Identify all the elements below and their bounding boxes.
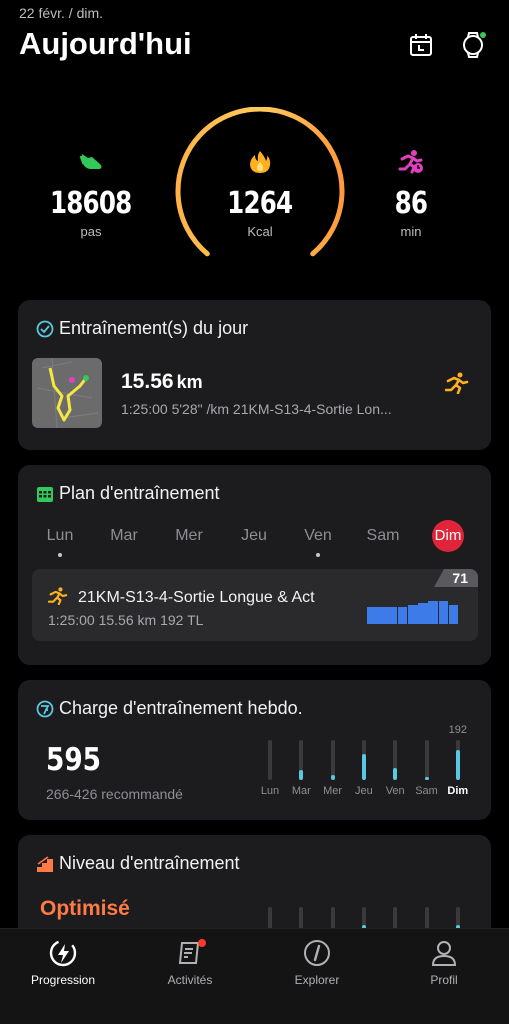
minutes-value: 86 <box>394 186 428 221</box>
training-plan-title: Plan d'entraînement <box>36 483 220 504</box>
steps-stat: 18608 pas <box>31 150 151 239</box>
weekly-load-value: 595 <box>46 742 102 778</box>
load-gauge-icon <box>36 700 54 717</box>
intensity-bar <box>407 604 418 624</box>
daily-workout-card[interactable]: Entraînement(s) du jour 15.56 km 1:25:00 … <box>18 300 491 450</box>
daily-workout-title: Entraînement(s) du jour <box>36 318 248 339</box>
weekly-load-chart: Lun Mar Mer Jeu Ven Sam Dim 192 <box>254 724 484 810</box>
plan-week-days: Lun Mar Mer Jeu Ven Sam Dim <box>36 520 478 567</box>
load-day-label: Ven <box>385 785 405 797</box>
plan-session-meta: 1:25:00 15.56 km 192 TL <box>48 612 204 628</box>
load-day-label: Jeu <box>355 785 373 797</box>
training-plan-card[interactable]: Plan d'entraînement Lun Mar Mer Jeu Ven … <box>18 465 491 665</box>
calories-stat: 1264 Kcal <box>200 150 320 239</box>
load-bar <box>299 770 304 780</box>
load-bar-track <box>299 740 304 780</box>
load-day-label: Mar <box>291 785 311 797</box>
calories-unit: Kcal <box>247 224 273 239</box>
bottom-tab-bar: Progression Activités Explorer Profil <box>0 928 509 1024</box>
intensity-bar <box>418 603 428 624</box>
running-icon <box>445 372 469 394</box>
plan-day-mar[interactable]: Mar <box>94 527 154 545</box>
date-label: 22 févr. / dim. <box>19 5 104 21</box>
load-bar-track <box>424 740 429 780</box>
tab-profil[interactable]: Profil <box>394 937 494 987</box>
stairs-icon <box>37 855 53 872</box>
intensity-bar <box>448 604 459 624</box>
intensity-bar <box>397 606 408 624</box>
load-bar-track <box>330 740 335 780</box>
plan-day-mer[interactable]: Mer <box>159 527 219 545</box>
calendar-icon <box>410 34 432 56</box>
weekly-load-card[interactable]: Charge d'entraînement hebdo. 595 266-426… <box>18 680 491 820</box>
intensity-bar <box>387 606 398 624</box>
calories-value: 1264 <box>227 186 293 221</box>
plan-day-dot <box>58 553 62 557</box>
plan-day-ven[interactable]: Ven <box>288 527 348 557</box>
load-bar-track <box>361 740 366 780</box>
plan-day-dot <box>316 553 320 557</box>
active-runner-icon <box>398 150 423 174</box>
load-day-label: Dim <box>447 785 469 797</box>
compass-icon <box>304 940 330 966</box>
load-bar <box>455 750 460 780</box>
load-max-label: 192 <box>448 724 467 736</box>
load-bar-track <box>393 740 398 780</box>
load-day-label: Lun <box>260 785 280 797</box>
load-bar-track <box>268 740 272 780</box>
load-bar <box>393 768 398 780</box>
plan-session-name: 21KM-S13-4-Sortie Longue & Act <box>78 589 315 606</box>
intensity-bar <box>428 601 439 624</box>
intensity-bar <box>367 606 377 624</box>
load-day-label: Mer <box>323 785 343 797</box>
load-bar <box>361 754 366 780</box>
plan-session-item[interactable]: 21KM-S13-4-Sortie Longue & Act 1:25:00 1… <box>32 569 478 641</box>
steps-value: 18608 <box>50 186 132 221</box>
watch-button[interactable] <box>458 30 488 60</box>
calendar-button[interactable] <box>406 30 436 60</box>
plan-session-badge: 71 <box>434 569 478 587</box>
profile-icon <box>431 941 457 966</box>
tab-explorer[interactable]: Explorer <box>267 937 367 987</box>
notification-badge <box>198 939 206 947</box>
plan-day-dim[interactable]: Dim <box>418 520 478 552</box>
training-level-status: Optimisé <box>40 897 130 920</box>
plan-day-sam[interactable]: Sam <box>353 527 413 545</box>
intensity-bar <box>438 601 449 624</box>
intensity-bar <box>377 606 387 624</box>
load-bar-track <box>455 740 460 780</box>
plan-intensity-profile <box>367 600 459 624</box>
plan-day-jeu[interactable]: Jeu <box>224 527 284 545</box>
steps-unit: pas <box>80 224 102 239</box>
weekly-load-title: Charge d'entraînement hebdo. <box>36 698 303 719</box>
shoe-icon <box>79 154 102 169</box>
watch-connected-dot <box>480 32 486 38</box>
minutes-stat: 86 min <box>351 150 471 239</box>
plan-day-lun[interactable]: Lun <box>30 527 90 557</box>
flame-icon <box>250 151 271 173</box>
workout-meta: 1:25:00 5'28" /km 21KM-S13-4-Sortie Lon.… <box>121 401 392 417</box>
bolt-icon <box>49 939 77 967</box>
running-icon <box>48 587 68 605</box>
training-level-title: Niveau d'entraînement <box>36 853 240 874</box>
calendar-grid-icon <box>37 486 53 502</box>
route-map-thumbnail[interactable] <box>32 358 102 428</box>
check-circle-icon <box>36 320 54 337</box>
tab-progression[interactable]: Progression <box>13 937 113 987</box>
page-title: Aujourd'hui <box>19 26 192 61</box>
load-bar <box>330 775 335 780</box>
tab-activites[interactable]: Activités <box>140 937 240 987</box>
weekly-load-recommended: 266-426 recommandé <box>46 786 183 802</box>
load-bar <box>424 776 429 780</box>
workout-distance: 15.56 km <box>121 370 203 393</box>
load-day-label: Sam <box>415 785 438 797</box>
minutes-unit: min <box>400 224 422 239</box>
